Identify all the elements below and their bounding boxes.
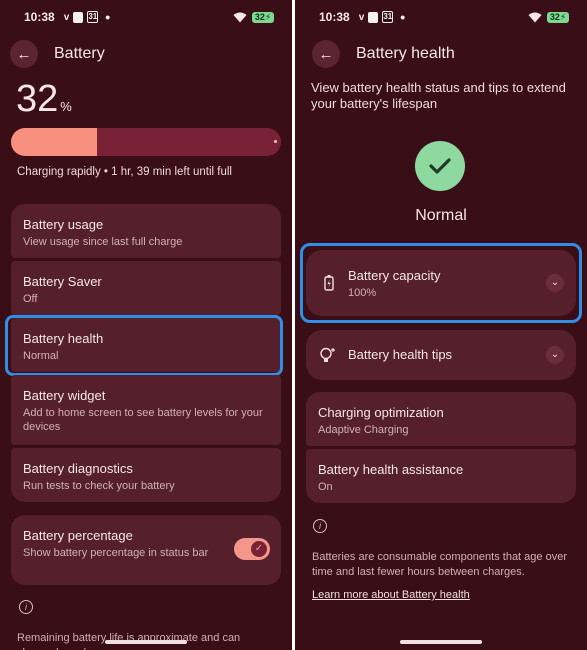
chevron-down-icon[interactable]: ⌄	[546, 346, 564, 364]
back-button[interactable]: ←	[312, 40, 340, 68]
battery-usage-item[interactable]: Battery usage View usage since last full…	[11, 204, 281, 258]
item-title: Charging optimization	[318, 405, 444, 420]
notification-icon	[73, 11, 84, 23]
status-bar: 10:38 v 31 • 32 ⚡	[24, 9, 274, 25]
app-header: ← Battery health	[312, 40, 455, 68]
highlight-box	[5, 315, 283, 376]
item-subtitle: On	[318, 481, 333, 493]
battery-icon: 32 ⚡	[547, 11, 569, 23]
battery-level-value: 32	[16, 78, 59, 120]
item-title: Battery widget	[23, 388, 106, 403]
item-subtitle: Run tests to check your battery	[23, 480, 175, 492]
app-header: ← Battery	[10, 40, 105, 68]
battery-diagnostics-item[interactable]: Battery diagnostics Run tests to check y…	[11, 448, 281, 502]
wifi-icon	[233, 12, 247, 22]
battery-level-unit: %	[60, 99, 72, 114]
battery-level-readout: 32%	[16, 78, 72, 121]
battery-level-text: 32	[254, 12, 265, 22]
status-bar: 10:38 v 31 • 32 ⚡	[319, 9, 569, 25]
item-subtitle: View usage since last full charge	[23, 236, 183, 248]
calendar-icon: 31	[87, 11, 99, 23]
back-button[interactable]: ←	[10, 40, 38, 68]
status-time: 10:38	[319, 10, 350, 24]
health-intro: View battery health status and tips to e…	[311, 80, 566, 111]
dot-icon: •	[400, 9, 406, 25]
item-subtitle: Off	[23, 293, 38, 305]
footer-note: Batteries are consumable components that…	[312, 551, 567, 578]
battery-level-fill	[11, 128, 98, 156]
battery-health-assistance-item[interactable]: Battery health assistance On	[306, 449, 576, 503]
dot-icon: •	[105, 9, 111, 25]
home-indicator[interactable]	[400, 640, 482, 644]
arrow-left-icon: ←	[16, 45, 32, 63]
bar-end-dot	[274, 140, 277, 143]
battery-health-screen: 10:38 v 31 • 32 ⚡ ← Battery health View b…	[295, 0, 587, 650]
info-icon: i	[19, 600, 33, 614]
checkmark-icon	[429, 158, 451, 174]
info-icon: i	[313, 519, 327, 533]
notification-icon	[368, 11, 379, 23]
battery-icon: 32 ⚡	[252, 11, 274, 23]
arrow-left-icon: ←	[318, 45, 334, 63]
carrier-icon: v	[63, 11, 70, 23]
battery-widget-item[interactable]: Battery widget Add to home screen to see…	[11, 375, 281, 445]
item-title: Battery usage	[23, 217, 104, 232]
battery-level-text: 32	[549, 12, 560, 22]
item-title: Battery diagnostics	[23, 461, 133, 476]
battery-percentage-item[interactable]: Battery percentage Show battery percenta…	[11, 515, 281, 585]
item-title: Battery percentage	[23, 528, 133, 543]
item-title: Battery Saver	[23, 274, 102, 289]
home-indicator[interactable]	[105, 640, 187, 644]
health-status-label: Normal	[415, 207, 467, 224]
health-status-badge	[415, 141, 465, 191]
item-title: Battery health assistance	[318, 462, 464, 477]
charging-optimization-item[interactable]: Charging optimization Adaptive Charging	[306, 392, 576, 446]
item-subtitle: Add to home screen to see battery levels…	[23, 407, 263, 433]
battery-screen: 10:38 v 31 • 32 ⚡ ← Battery 32% Charging …	[0, 0, 292, 650]
battery-saver-item[interactable]: Battery Saver Off	[11, 261, 281, 315]
item-subtitle: Adaptive Charging	[318, 424, 409, 436]
learn-more-link[interactable]: Learn more about Battery health	[312, 589, 470, 601]
check-icon: ✓	[251, 541, 267, 557]
carrier-icon: v	[358, 11, 365, 23]
battery-health-tips-item[interactable]: Battery health tips ⌄	[306, 330, 576, 380]
highlight-box	[300, 243, 582, 323]
item-title: Battery health tips	[348, 347, 453, 362]
charging-status: Charging rapidly • 1 hr, 39 min left unt…	[17, 166, 232, 178]
page-title: Battery health	[356, 45, 455, 62]
lightbulb-icon	[320, 347, 335, 362]
calendar-icon: 31	[382, 11, 394, 23]
battery-level-bar	[11, 128, 281, 156]
page-title: Battery	[54, 45, 105, 62]
status-time: 10:38	[24, 10, 55, 24]
battery-percentage-toggle[interactable]: ✓	[234, 538, 270, 560]
item-subtitle: Show battery percentage in status bar	[23, 547, 209, 559]
wifi-icon	[528, 12, 542, 22]
